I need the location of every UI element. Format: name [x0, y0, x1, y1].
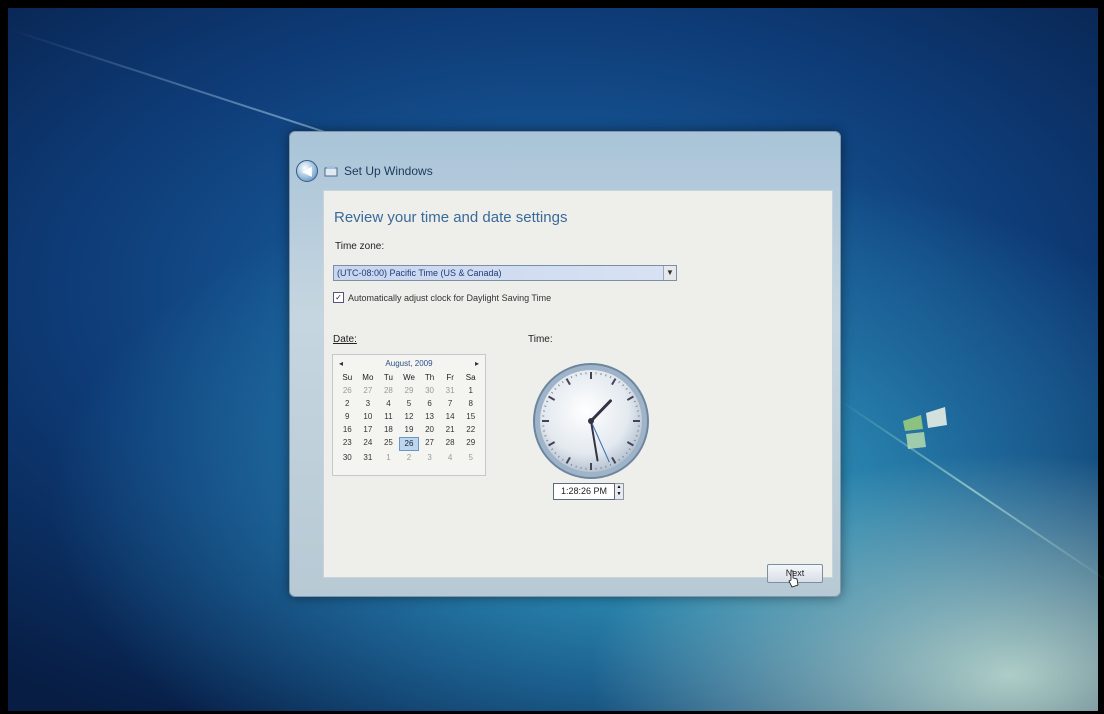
calendar-day[interactable]: 29	[460, 437, 481, 449]
clock-minute-tick	[575, 465, 577, 468]
calendar-day[interactable]: 9	[337, 411, 358, 423]
dst-option[interactable]: ✓ Automatically adjust clock for Dayligh…	[333, 292, 551, 303]
dst-label: Automatically adjust clock for Daylight …	[348, 292, 552, 303]
calendar-day[interactable]: 3	[358, 398, 379, 410]
content-panel: Review your time and date settings Time …	[323, 190, 833, 578]
time-zone-dropdown[interactable]: (UTC-08:00) Pacific Time (US & Canada) ▼	[333, 265, 677, 281]
hand-cursor-icon	[788, 570, 799, 588]
setup-window: ◀ Set Up Windows Review your time and da…	[289, 131, 841, 597]
clock-minute-tick	[544, 435, 547, 437]
calendar-day-of-week: Tu	[383, 373, 393, 382]
date-calendar[interactable]: ◂ August, 2009 ▸ Su Mo Tu We Th Fr Sa 26 27 28 29 3…	[332, 354, 486, 476]
time-spinner[interactable]: ▲ ▼	[615, 483, 624, 500]
clock-minute-tick	[605, 374, 607, 377]
calendar-day-of-week: Mo	[362, 373, 374, 382]
clock-minute-tick	[605, 465, 607, 468]
calendar-day[interactable]: 30	[419, 385, 440, 397]
calendar-day[interactable]: 25	[378, 437, 399, 449]
calendar-day-of-week: Su	[342, 373, 353, 382]
title-bar: ◀ Set Up Windows	[296, 158, 834, 184]
calendar-day[interactable]: 31	[440, 385, 461, 397]
clock-minute-tick	[544, 405, 547, 407]
clock-minute-tick	[575, 374, 577, 377]
calendar-day[interactable]: 1	[378, 452, 399, 464]
calendar-day[interactable]: 2	[337, 398, 358, 410]
analog-clock	[533, 363, 649, 479]
calendar-day-of-week: Fr	[446, 373, 454, 382]
time-input[interactable]: 1:28:26 PM	[553, 483, 615, 500]
light-streak	[836, 398, 1104, 585]
calendar-day-of-week: We	[403, 373, 415, 382]
calendar-day[interactable]: 6	[419, 398, 440, 410]
clock-minute-tick	[635, 405, 638, 407]
calendar-day[interactable]: 1	[460, 385, 481, 397]
calendar-day[interactable]: 7	[440, 398, 461, 410]
calendar-day[interactable]: 4	[378, 398, 399, 410]
calendar-month[interactable]: August, 2009	[385, 359, 432, 368]
calendar-grid: Su Mo Tu We Th Fr Sa 26 27 28 29 30 31 1 2 3 4 5 6 7 8 9 10 11 1…	[337, 372, 481, 464]
calendar-day[interactable]: 22	[460, 424, 481, 436]
calendar-day[interactable]: 15	[460, 411, 481, 423]
back-arrow-icon: ◀	[302, 164, 312, 178]
calendar-day[interactable]: 20	[419, 424, 440, 436]
calendar-day[interactable]: 17	[358, 424, 379, 436]
calendar-day[interactable]: 4	[440, 452, 461, 464]
calendar-day[interactable]: 8	[460, 398, 481, 410]
calendar-day[interactable]: 5	[399, 398, 420, 410]
time-label: Time:	[528, 334, 553, 345]
spinner-down-icon[interactable]: ▼	[615, 491, 623, 498]
calendar-day[interactable]: 30	[337, 452, 358, 464]
prev-month-button[interactable]: ◂	[339, 359, 343, 368]
calendar-day[interactable]: 28	[440, 437, 461, 449]
setup-icon	[324, 166, 338, 177]
calendar-day[interactable]: 31	[358, 452, 379, 464]
calendar-day[interactable]: 12	[399, 411, 420, 423]
calendar-day[interactable]: 10	[358, 411, 379, 423]
calendar-day[interactable]: 14	[440, 411, 461, 423]
calendar-day[interactable]: 19	[399, 424, 420, 436]
time-zone-label: Time zone:	[335, 241, 385, 252]
time-field: 1:28:26 PM ▲ ▼	[553, 483, 624, 500]
calendar-day[interactable]: 26	[337, 385, 358, 397]
calendar-day-of-week: Th	[424, 373, 435, 382]
dst-checkbox[interactable]: ✓	[333, 292, 344, 303]
calendar-day[interactable]: 27	[419, 437, 440, 449]
calendar-day[interactable]: 23	[337, 437, 358, 449]
calendar-day[interactable]: 28	[378, 385, 399, 397]
clock-center	[588, 418, 594, 424]
calendar-day[interactable]: 18	[378, 424, 399, 436]
date-label: Date:	[333, 334, 357, 345]
calendar-day[interactable]: 21	[440, 424, 461, 436]
calendar-day[interactable]: 2	[399, 452, 420, 464]
calendar-day[interactable]: 16	[337, 424, 358, 436]
clock-minute-tick	[635, 435, 638, 437]
calendar-day[interactable]: 13	[419, 411, 440, 423]
calendar-day[interactable]: 27	[358, 385, 379, 397]
calendar-day[interactable]: 11	[378, 411, 399, 423]
chevron-down-icon[interactable]: ▼	[663, 266, 676, 280]
calendar-day-of-week: Sa	[465, 373, 476, 382]
windows-logo-icon	[903, 407, 947, 449]
back-button[interactable]: ◀	[296, 160, 318, 182]
time-zone-value: (UTC-08:00) Pacific Time (US & Canada)	[337, 268, 502, 278]
next-month-button[interactable]: ▸	[475, 359, 479, 368]
window-title: Set Up Windows	[344, 164, 433, 178]
calendar-day[interactable]: 3	[419, 452, 440, 464]
calendar-header: ◂ August, 2009 ▸	[333, 355, 485, 370]
calendar-day[interactable]: 5	[460, 452, 481, 464]
spinner-up-icon[interactable]: ▲	[615, 484, 623, 491]
calendar-day[interactable]: 29	[399, 385, 420, 397]
calendar-day[interactable]: 24	[358, 437, 379, 449]
calendar-day[interactable]: 26	[398, 437, 420, 451]
page-heading: Review your time and date settings	[334, 209, 568, 226]
